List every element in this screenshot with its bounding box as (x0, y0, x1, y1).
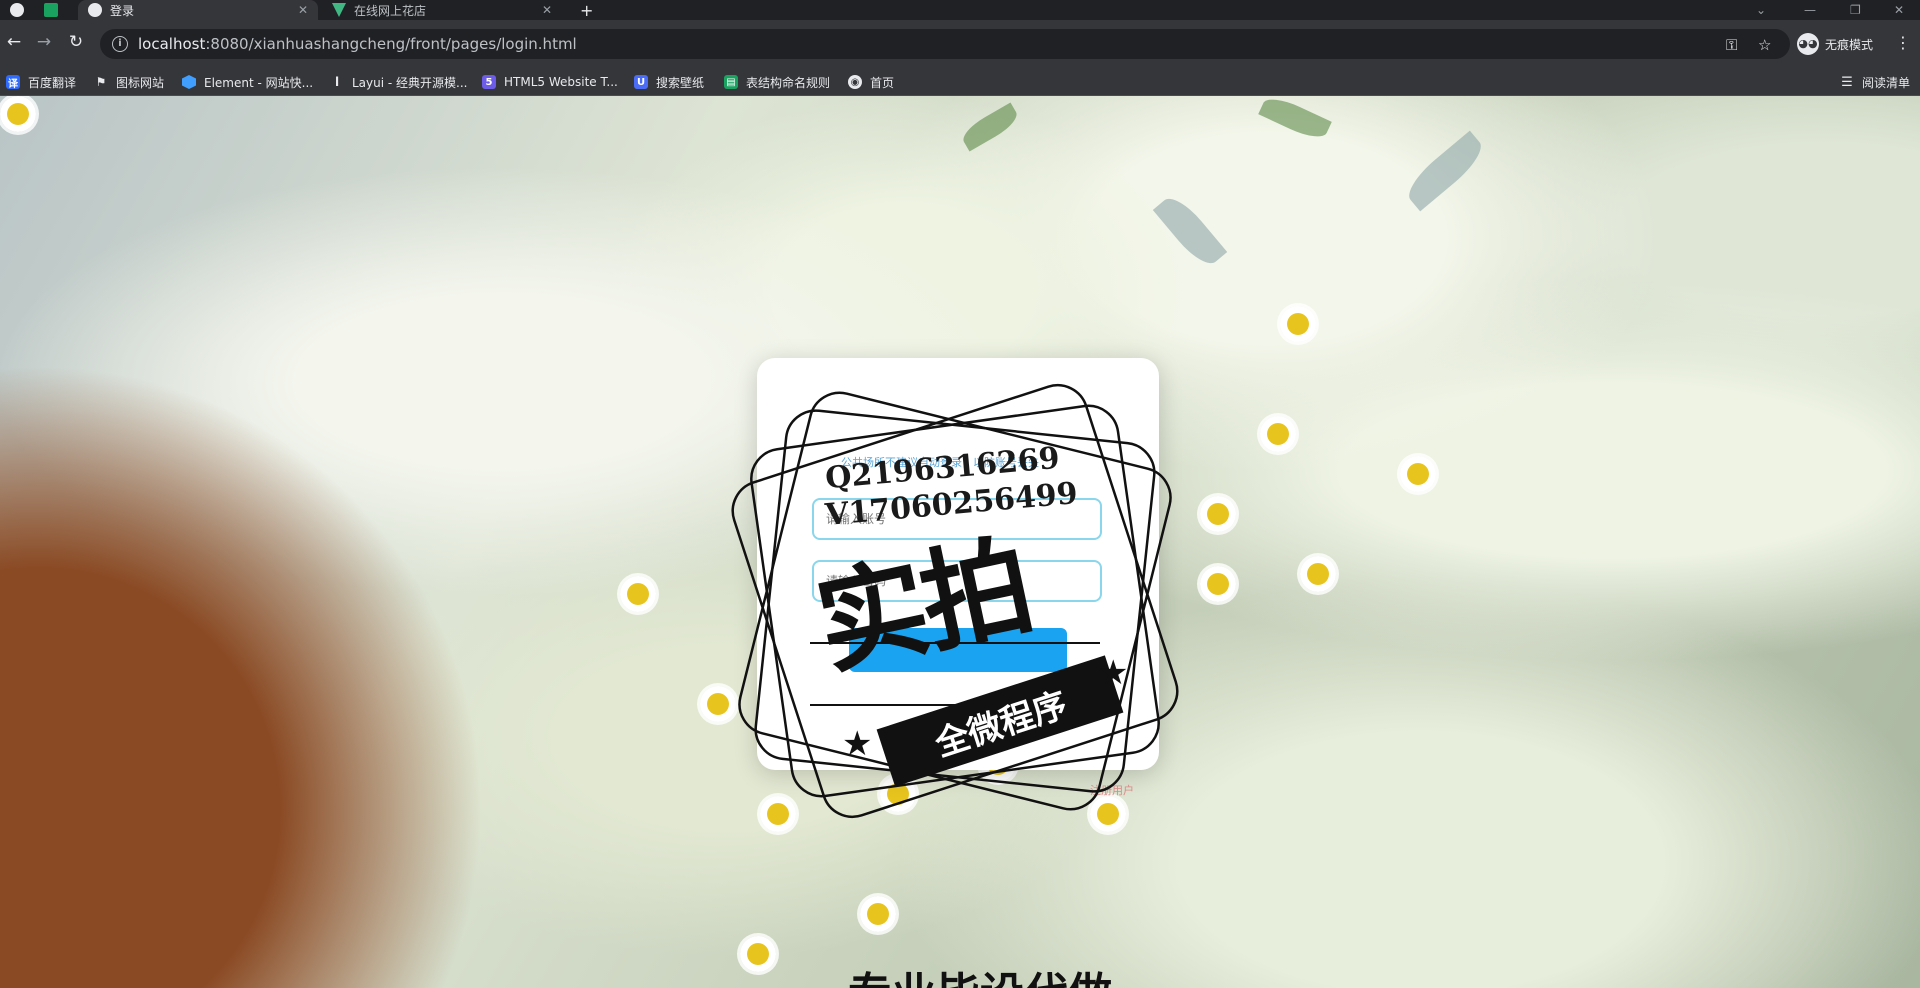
bookmark-item[interactable]: 译 百度翻译 (6, 68, 76, 96)
bookmark-label: 首页 (870, 75, 895, 90)
key-icon[interactable]: ⚿ (1726, 36, 1737, 54)
site-info-icon[interactable]: i (112, 36, 128, 52)
tab-search-icon[interactable]: ⌄ (1756, 0, 1766, 20)
globe-icon (10, 3, 24, 17)
tab-label: 在线网上花店 (354, 3, 427, 18)
bookmark-label: 百度翻译 (28, 75, 77, 90)
bookmark-item[interactable]: ⚑ 图标网站 (94, 68, 164, 96)
html5-icon: 5 (482, 75, 496, 89)
close-icon[interactable]: ✕ (298, 3, 308, 17)
sheet-icon: ▤ (724, 75, 738, 89)
bottom-heading: 专业毕设代做 (848, 958, 1112, 988)
url-text[interactable]: localhost:8080/xianhuashangcheng/front/p… (138, 35, 577, 53)
star-icon[interactable]: ☆ (1758, 36, 1771, 54)
tab-label: 登录 (110, 3, 135, 18)
bookmark-item[interactable]: 5 HTML5 Website T... (482, 68, 618, 96)
globe-icon (88, 3, 102, 17)
tab-pinned[interactable] (0, 0, 30, 20)
username-input[interactable] (812, 498, 1102, 540)
close-window-button[interactable]: ✕ (1894, 0, 1904, 20)
layui-icon: l (334, 75, 340, 89)
password-input[interactable] (812, 560, 1102, 602)
bookmarks-bar: 译 百度翻译 ⚑ 图标网站 Element - 网站快... l Layui -… (0, 68, 1920, 96)
restore-button[interactable]: ❐ (1850, 0, 1861, 20)
bookmark-label: Element - 网站快... (204, 75, 314, 90)
menu-icon[interactable]: ⋮ (1895, 33, 1911, 52)
reading-list-label: 阅读清单 (1862, 75, 1911, 90)
browser-toolbar: ← → ↻ i localhost:8080/xianhuashangcheng… (0, 20, 1920, 68)
bookmark-item[interactable]: l Layui - 经典开源模... (330, 68, 468, 96)
bookmark-item[interactable]: ◉ 首页 (848, 68, 894, 96)
tab-strip: 登录 ✕ 在线网上花店 ✕ + ⌄ — ❐ ✕ (0, 0, 1920, 20)
login-hint: 公共场所不建议自动登录，以防账号丢失 (841, 456, 1039, 469)
flag-icon: ⚑ (95, 75, 107, 89)
bookmark-item[interactable]: Element - 网站快... (182, 68, 313, 96)
reading-list-button[interactable]: ☰ 阅读清单 (1840, 68, 1910, 96)
translate-icon: 译 (6, 75, 20, 90)
profile-button[interactable]: ◕◕ 无痕模式 (1797, 31, 1873, 57)
tab-flower-shop[interactable]: 在线网上花店 ✕ (322, 0, 562, 20)
login-card: 公共场所不建议自动登录，以防账号丢失 注册用户 (757, 358, 1159, 797)
back-button[interactable]: ← (2, 30, 26, 54)
address-bar[interactable]: i localhost:8080/xianhuashangcheng/front… (100, 29, 1790, 59)
wallpaper-icon: U (634, 75, 648, 89)
tab-login[interactable]: 登录 ✕ (78, 0, 318, 20)
url-host: localhost (138, 35, 206, 53)
bookmark-label: 搜索壁纸 (656, 75, 705, 90)
minimize-button[interactable]: — (1804, 0, 1816, 20)
incognito-icon: ◕◕ (1797, 33, 1819, 55)
close-icon[interactable]: ✕ (542, 3, 552, 17)
vue-icon (332, 3, 346, 17)
bookmark-label: 图标网站 (116, 75, 165, 90)
bookmark-label: 表结构命名规则 (746, 75, 831, 90)
bookmark-item[interactable]: ▤ 表结构命名规则 (724, 68, 830, 96)
tab-pinned-sheets[interactable] (34, 0, 60, 20)
sheets-icon (44, 3, 58, 17)
globe-icon: ◉ (848, 75, 862, 89)
reading-list-icon: ☰ (1841, 74, 1853, 90)
register-link[interactable]: 注册用户 (1090, 782, 1134, 798)
reload-button[interactable]: ↻ (64, 30, 88, 54)
profile-label: 无痕模式 (1825, 37, 1874, 52)
forward-button[interactable]: → (32, 30, 56, 54)
bookmark-item[interactable]: U 搜索壁纸 (634, 68, 704, 96)
login-page: 公共场所不建议自动登录，以防账号丢失 注册用户 Q2196316269 V170… (0, 96, 1920, 988)
element-icon (182, 75, 196, 89)
url-path: :8080/xianhuashangcheng/front/pages/logi… (205, 35, 577, 53)
new-tab-button[interactable]: + (570, 0, 596, 20)
bookmark-label: Layui - 经典开源模... (352, 75, 468, 90)
bookmark-label: HTML5 Website T... (504, 75, 618, 89)
login-button[interactable] (849, 628, 1067, 672)
